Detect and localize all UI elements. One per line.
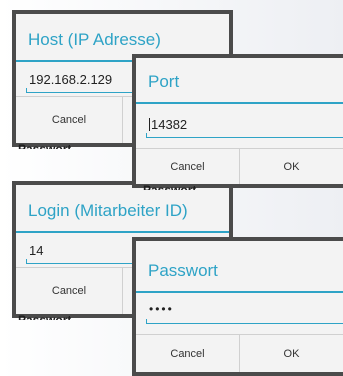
host-peek-label: Passwort bbox=[18, 142, 72, 149]
login-dialog-title-divider bbox=[16, 231, 229, 233]
port-dialog: Port 14382 Cancel OK bbox=[132, 54, 343, 188]
port-ok-button[interactable]: OK bbox=[240, 149, 343, 184]
password-dialog: Passwort •••• Cancel OK bbox=[132, 237, 343, 376]
password-cancel-button[interactable]: Cancel bbox=[136, 335, 240, 372]
port-dialog-title-divider bbox=[136, 102, 343, 104]
port-dialog-title: Port bbox=[148, 72, 180, 91]
login-peek-label: Passwort bbox=[18, 313, 72, 320]
password-dialog-title-divider bbox=[136, 291, 343, 293]
login-cancel-button[interactable]: Cancel bbox=[16, 268, 123, 314]
port-value: 14382 bbox=[151, 117, 188, 132]
host-cancel-button[interactable]: Cancel bbox=[16, 97, 123, 143]
login-dialog-title: Login (Mitarbeiter ID) bbox=[28, 201, 188, 220]
password-input[interactable]: •••• bbox=[146, 302, 343, 324]
port-cancel-button[interactable]: Cancel bbox=[136, 149, 240, 184]
password-dialog-buttons: Cancel OK bbox=[136, 334, 343, 372]
password-ok-button[interactable]: OK bbox=[240, 335, 343, 372]
text-cursor bbox=[149, 118, 150, 131]
password-dialog-title: Passwort bbox=[148, 261, 218, 280]
host-dialog-title: Host (IP Adresse) bbox=[28, 30, 161, 49]
port-peek-label: Passwort bbox=[143, 183, 197, 190]
port-dialog-buttons: Cancel OK bbox=[136, 148, 343, 184]
port-input[interactable]: 14382 bbox=[146, 117, 343, 138]
